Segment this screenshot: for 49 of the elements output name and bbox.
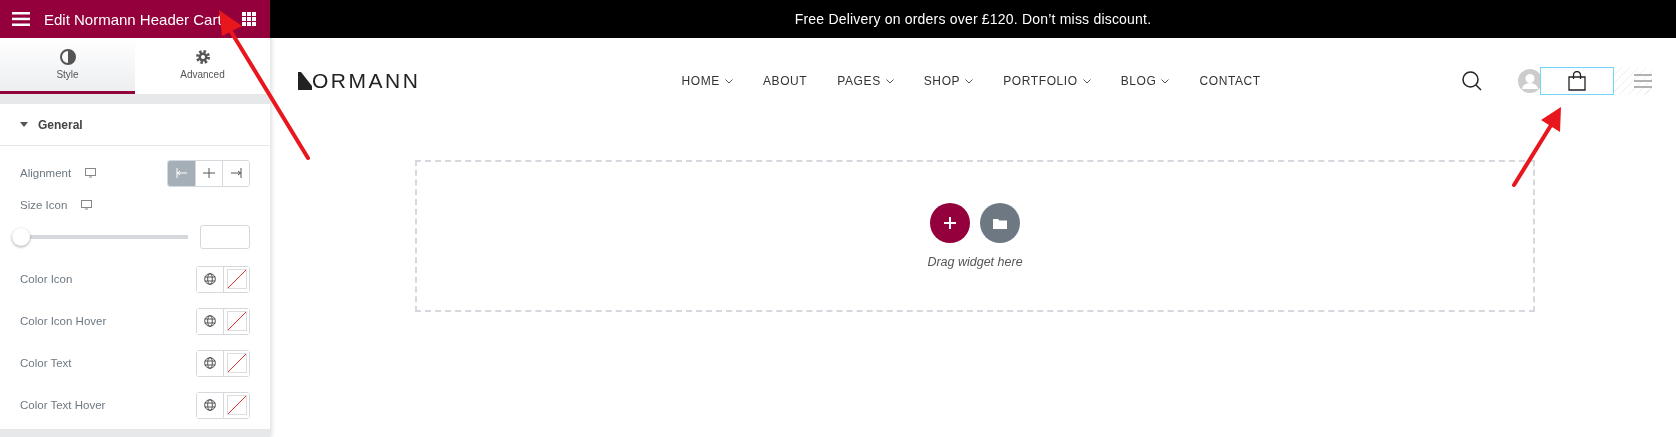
caret-icon [20, 122, 28, 127]
control-label: Alignment [20, 167, 72, 179]
announcement-text: Free Delivery on orders over £120. Don’t miss discount. [794, 11, 1152, 27]
plus-icon [944, 217, 956, 229]
nav-link[interactable]: HOME [681, 74, 733, 88]
control-label: Size Icon [20, 199, 68, 211]
menu-icon[interactable] [12, 12, 30, 26]
panel-title: Edit Normann Header Cart [44, 10, 223, 28]
chevron-down-icon [885, 78, 894, 84]
color-swatch[interactable] [223, 266, 249, 292]
align-left-icon [175, 168, 188, 178]
control-label: Color Icon Hover [20, 315, 107, 327]
folder-button[interactable] [980, 203, 1020, 243]
search-icon[interactable] [1462, 71, 1482, 91]
logo-text: ORMANN [312, 69, 421, 93]
add-section-button[interactable] [930, 203, 970, 243]
color-swatch[interactable] [223, 392, 249, 418]
grid-icon[interactable] [242, 12, 256, 26]
size-input[interactable] [200, 225, 250, 249]
chevron-down-icon [1161, 78, 1170, 84]
nav-link[interactable]: SHOP [923, 74, 974, 88]
align-center-icon [203, 168, 215, 178]
nav-link[interactable]: BLOG [1120, 74, 1170, 88]
control-label: Color Text Hover [20, 399, 106, 411]
chevron-down-icon [724, 78, 733, 84]
contrast-icon [59, 49, 76, 65]
section-header[interactable]: General [0, 104, 270, 146]
nav-link[interactable]: CONTACT [1199, 74, 1261, 88]
control-label: Color Icon [20, 273, 73, 285]
color-swatch[interactable] [223, 350, 249, 376]
panel-tab[interactable]: Style [0, 38, 135, 94]
align-right-icon [230, 168, 242, 178]
chevron-down-icon [1082, 78, 1091, 84]
nav-link[interactable]: PAGES [837, 74, 894, 88]
desktop-icon[interactable] [85, 168, 97, 178]
shopping-bag-icon[interactable] [1568, 71, 1586, 91]
nav-link[interactable]: ABOUT [762, 74, 808, 88]
control-label: Color Text [20, 357, 72, 369]
logo-mark-icon [298, 72, 312, 90]
slider-thumb[interactable] [12, 228, 30, 246]
color-swatch[interactable] [223, 308, 249, 334]
gear-icon [194, 49, 211, 65]
nav-link[interactable]: PORTFOLIO [1003, 74, 1091, 88]
alignment-option[interactable] [222, 160, 249, 186]
chevron-down-icon [965, 78, 974, 84]
folder-icon [993, 217, 1007, 229]
desktop-icon[interactable] [81, 200, 93, 210]
drop-hint: Drag widget here [927, 255, 1023, 269]
cart-widget[interactable] [1540, 67, 1614, 95]
